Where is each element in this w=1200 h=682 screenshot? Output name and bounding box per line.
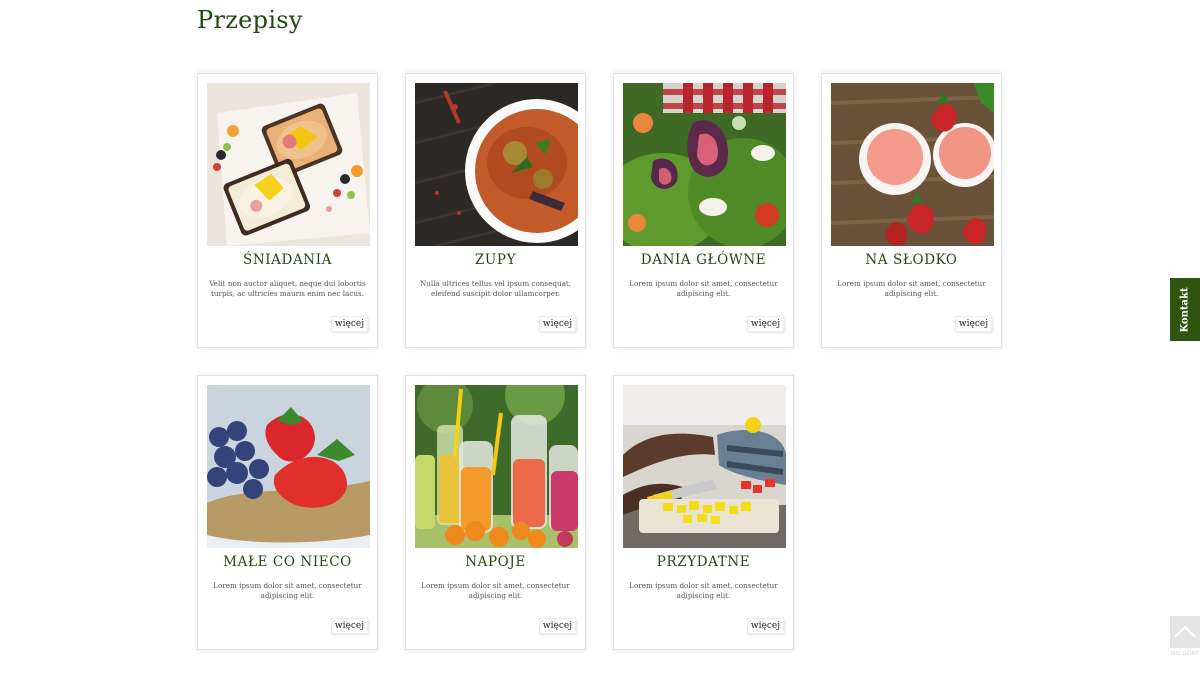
juice-bottles-image[interactable] [415, 385, 578, 548]
more-button[interactable]: więcej [746, 316, 784, 332]
card-description: Nulla ultrices tellus vel ipsum consequa… [419, 279, 572, 298]
recipe-card-dania-glowne[interactable]: DANIA GŁÓWNE Lorem ipsum dolor sit amet,… [613, 73, 794, 348]
strawberries-blueberries-image[interactable] [207, 385, 370, 548]
card-title: PRZYDATNE [656, 554, 751, 570]
card-title: MAŁE CO NIECO [223, 554, 352, 570]
card-title: NAPOJE [465, 554, 526, 570]
cutting-peppers-image[interactable] [623, 385, 786, 548]
back-to-top-label: DO GÓRY [1171, 651, 1199, 657]
card-title: NA SŁODKO [865, 252, 958, 268]
more-button[interactable]: więcej [330, 316, 368, 332]
card-description: Velit non auctor aliquet, neque dui lobo… [209, 279, 366, 298]
fig-salad-image[interactable] [623, 83, 786, 246]
soup-bowl-image[interactable] [415, 83, 578, 246]
more-button[interactable]: więcej [538, 618, 576, 634]
back-to-top-button[interactable] [1170, 616, 1200, 648]
card-description: Lorem ipsum dolor sit amet, consectetur … [837, 279, 986, 298]
more-button[interactable]: więcej [954, 316, 992, 332]
contact-tab[interactable]: Kontakt [1170, 278, 1200, 341]
recipe-card-male-co-nieco[interactable]: MAŁE CO NIECO Lorem ipsum dolor sit amet… [197, 375, 378, 650]
recipe-card-sniadania[interactable]: ŚNIADANIA Velit non auctor aliquet, nequ… [197, 73, 378, 348]
contact-tab-label: Kontakt [1179, 286, 1191, 333]
card-description: Lorem ipsum dolor sit amet, consectetur … [213, 581, 362, 600]
recipe-card-napoje[interactable]: NAPOJE Lorem ipsum dolor sit amet, conse… [405, 375, 586, 650]
page-title: Przepisy [197, 6, 303, 34]
card-title: DANIA GŁÓWNE [640, 252, 767, 268]
breakfast-sandwiches-image[interactable] [207, 83, 370, 246]
card-title: ZUPY [474, 252, 517, 268]
recipe-card-zupy[interactable]: ZUPY Nulla ultrices tellus vel ipsum con… [405, 73, 586, 348]
recipes-page: Przepisy ŚNIADANIA Velit non auctor aliq… [0, 0, 1200, 682]
more-button[interactable]: więcej [330, 618, 368, 634]
card-description: Lorem ipsum dolor sit amet, consectetur … [629, 581, 778, 600]
more-button[interactable]: więcej [538, 316, 576, 332]
chevron-up-icon [1174, 625, 1196, 638]
recipe-card-na-slodko[interactable]: NA SŁODKO Lorem ipsum dolor sit amet, co… [821, 73, 1002, 348]
card-description: Lorem ipsum dolor sit amet, consectetur … [421, 581, 570, 600]
recipe-card-przydatne[interactable]: PRZYDATNE Lorem ipsum dolor sit amet, co… [613, 375, 794, 650]
more-button[interactable]: więcej [746, 618, 784, 634]
ice-cream-strawberries-image[interactable] [831, 83, 994, 246]
card-title: ŚNIADANIA [242, 252, 332, 268]
card-description: Lorem ipsum dolor sit amet, consectetur … [629, 279, 778, 298]
